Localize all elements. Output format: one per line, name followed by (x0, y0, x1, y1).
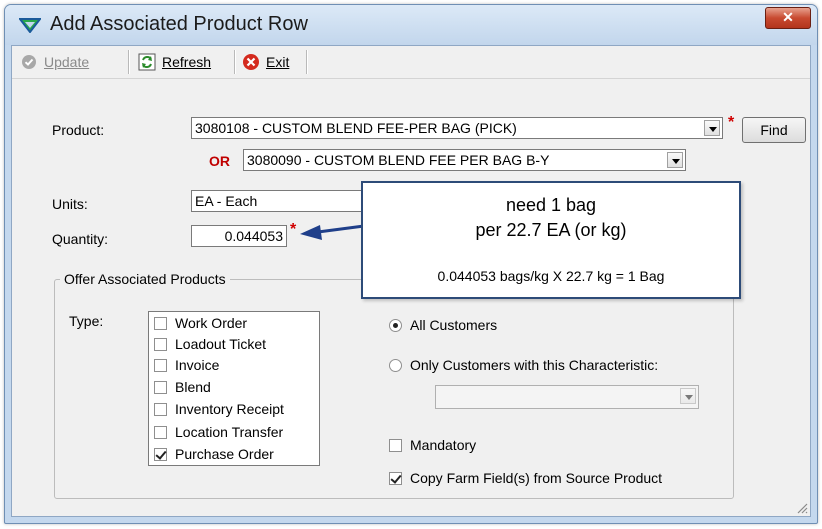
callout-line-1: need 1 bag (505, 195, 597, 215)
annotation-callout: need 1 bag per 22.7 EA (or kg) 0.044053 … (361, 181, 741, 299)
callout-line-3: 0.044053 bags/kg X 22.7 kg = 1 Bag (437, 268, 665, 284)
callout-line-2: per 22.7 EA (or kg) (475, 220, 627, 240)
